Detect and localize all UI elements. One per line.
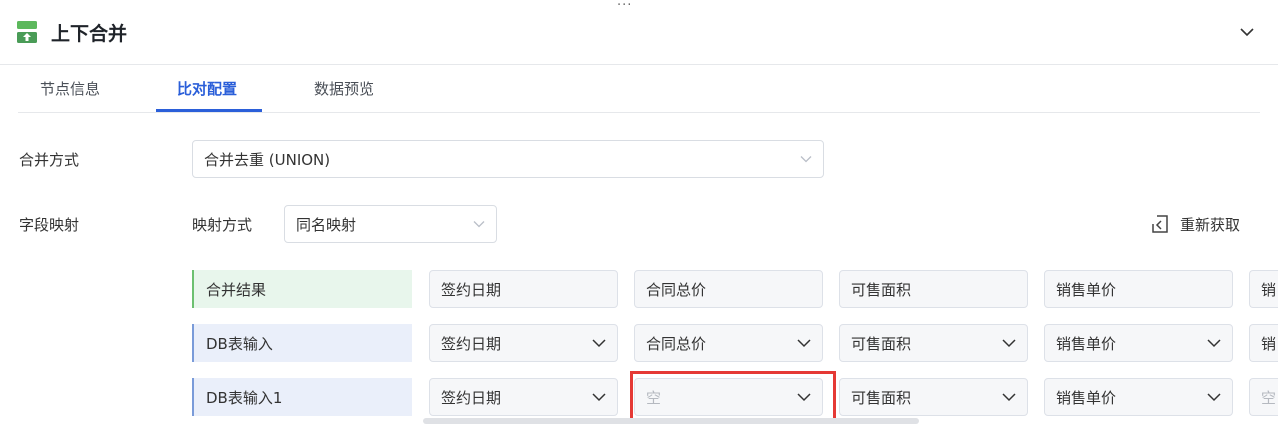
field-select-empty[interactable]: 空 xyxy=(1249,378,1278,416)
chevron-down-icon xyxy=(592,393,606,402)
chevron-down-icon xyxy=(1002,393,1016,402)
chevron-down-icon xyxy=(1207,393,1221,402)
panel-header: 上下合并 xyxy=(0,0,1278,65)
merge-method-value: 合并去重 (UNION) xyxy=(204,150,331,169)
field-mapping-label: 字段映射 xyxy=(19,216,80,234)
field-value: 销售单价 xyxy=(1056,388,1117,407)
row-label-db-input: DB表输入 xyxy=(192,324,412,362)
mapping-mode-value: 同名映射 xyxy=(296,215,357,234)
field-value: 可售面积 xyxy=(851,334,912,353)
field-select[interactable]: 销售单价 xyxy=(1044,324,1233,362)
result-field-cell: 合同总价 xyxy=(634,270,823,308)
active-tab-indicator xyxy=(156,109,262,112)
field-select[interactable]: 可售面积 xyxy=(839,378,1028,416)
field-value: 合同总价 xyxy=(646,334,707,353)
row-label-db-input-1: DB表输入1 xyxy=(192,378,412,416)
highlight-box xyxy=(630,371,836,422)
merge-node-icon xyxy=(17,21,37,43)
tab-data-preview[interactable]: 数据预览 xyxy=(314,78,374,99)
refresh-button[interactable]: 重新获取 xyxy=(1150,212,1240,236)
horizontal-scrollbar[interactable] xyxy=(423,418,919,424)
tab-node-info[interactable]: 节点信息 xyxy=(40,78,100,99)
row-label-merge-result: 合并结果 xyxy=(192,270,412,308)
merge-method-select[interactable]: 合并去重 (UNION) xyxy=(192,140,824,178)
field-value: 签约日期 xyxy=(441,334,502,353)
chevron-down-icon xyxy=(592,339,606,348)
field-value: 可售面积 xyxy=(851,388,912,407)
result-field-cell: 销售单价 xyxy=(1044,270,1233,308)
chevron-down-icon xyxy=(473,221,485,228)
field-select[interactable]: 签约日期 xyxy=(429,378,618,416)
tab-bar: 节点信息 比对配置 数据预览 xyxy=(18,64,1260,113)
chevron-down-icon xyxy=(1207,339,1221,348)
field-value: 空 xyxy=(1261,388,1277,407)
mapping-mode-select[interactable]: 同名映射 xyxy=(284,205,497,243)
merge-method-label: 合并方式 xyxy=(19,151,80,169)
refresh-label: 重新获取 xyxy=(1180,215,1241,234)
tab-compare-config[interactable]: 比对配置 xyxy=(177,78,237,99)
refresh-icon xyxy=(1152,215,1168,233)
chevron-down-icon xyxy=(1002,339,1016,348)
field-select[interactable]: 可售面积 xyxy=(839,324,1028,362)
chevron-down-icon xyxy=(797,339,811,348)
field-value: 签约日期 xyxy=(441,388,502,407)
chevron-down-icon xyxy=(800,156,812,163)
field-select[interactable]: 销 xyxy=(1249,324,1278,362)
field-value: 销售单价 xyxy=(1056,334,1117,353)
field-value: 销 xyxy=(1261,334,1277,353)
mapping-mode-label: 映射方式 xyxy=(192,216,253,234)
field-select[interactable]: 销售单价 xyxy=(1044,378,1233,416)
result-field-cell: 签约日期 xyxy=(429,270,618,308)
panel-title: 上下合并 xyxy=(51,23,128,45)
field-select[interactable]: 签约日期 xyxy=(429,324,618,362)
result-field-cell: 销 xyxy=(1249,270,1278,308)
field-select[interactable]: 合同总价 xyxy=(634,324,823,362)
chevron-down-icon[interactable] xyxy=(1238,23,1256,41)
result-field-cell: 可售面积 xyxy=(839,270,1028,308)
